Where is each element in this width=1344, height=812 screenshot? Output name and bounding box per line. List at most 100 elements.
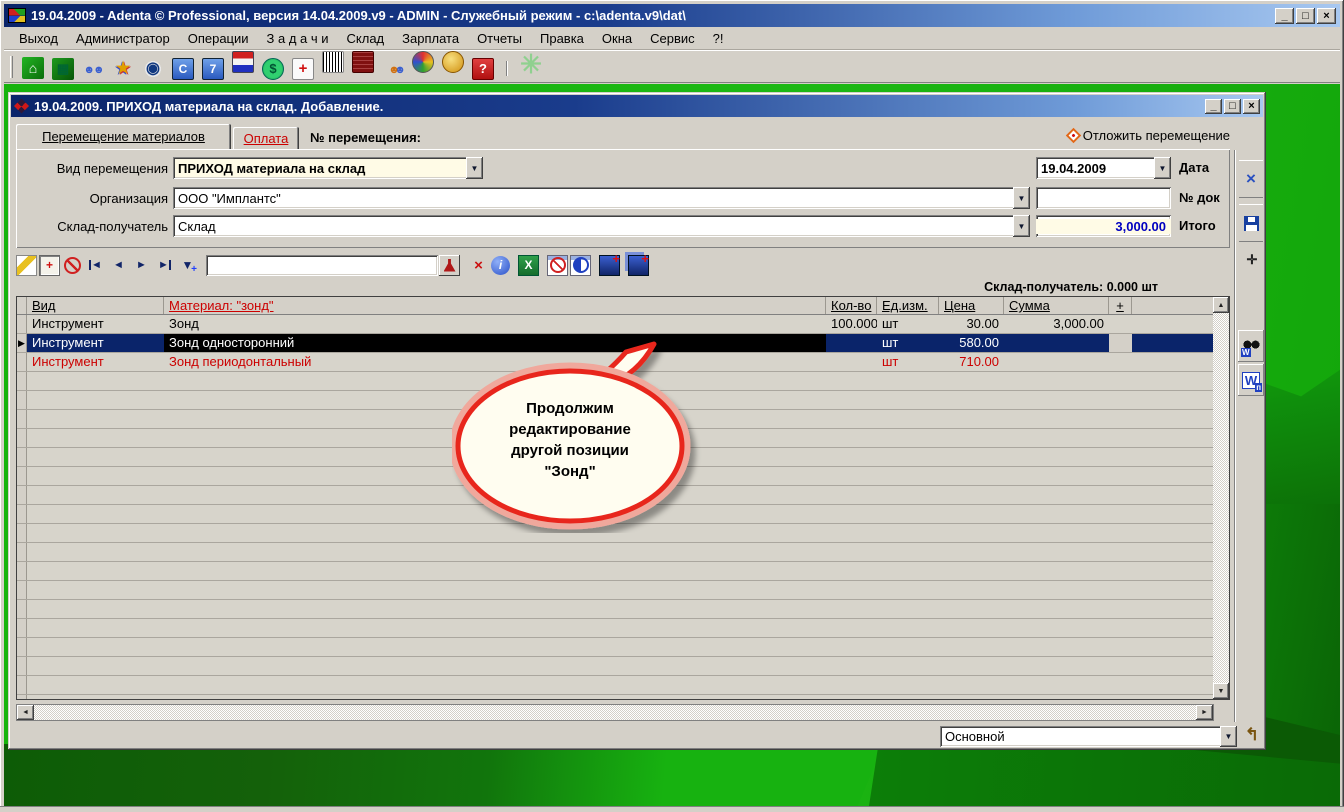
menu-item-6[interactable]: Отчеты	[468, 29, 531, 48]
cell-2-3[interactable]: шт	[877, 353, 939, 371]
exit-icon[interactable]: ⌂	[22, 57, 44, 80]
cell-1-3[interactable]: шт	[877, 334, 939, 352]
cell-2-0[interactable]: Инструмент	[27, 353, 164, 371]
cell-0-1[interactable]: Зонд	[164, 315, 826, 333]
kind-combobox[interactable]: ПРИХОД материала на склад	[173, 157, 483, 179]
column-header-4[interactable]: Цена	[939, 297, 1004, 314]
minimize-button[interactable]: _	[1275, 7, 1294, 24]
column-header-2[interactable]: Кол-во	[826, 297, 877, 314]
column-header-1[interactable]: Материал: "зонд"	[164, 297, 826, 314]
maximize-button[interactable]: □	[1296, 7, 1315, 24]
staff-icon[interactable]: ☻	[382, 60, 404, 82]
corner-arrow-icon[interactable]: ↰	[1242, 725, 1262, 745]
flags-icon[interactable]	[232, 51, 254, 74]
cell-0-4[interactable]: 30.00	[939, 315, 1004, 333]
menu-item-0[interactable]: Выход	[10, 29, 67, 48]
search-input[interactable]	[206, 254, 438, 276]
chevron-down-icon[interactable]	[466, 157, 483, 179]
cell-2-5[interactable]	[1004, 353, 1109, 371]
cell-1-5[interactable]	[1004, 334, 1109, 352]
toolbar-grip[interactable]	[10, 55, 13, 78]
help-icon[interactable]: ?	[472, 57, 494, 80]
dialog-close-button[interactable]: ×	[1243, 98, 1260, 114]
info-icon[interactable]: i	[491, 255, 510, 275]
schedule-icon[interactable]: ◉	[142, 58, 164, 81]
cell-1-7[interactable]	[1132, 334, 1215, 352]
cell-0-3[interactable]: шт	[877, 315, 939, 333]
search-w-button[interactable]	[1238, 330, 1264, 362]
menu-item-2[interactable]: Операции	[179, 29, 258, 48]
database-icon[interactable]: ▦	[52, 57, 74, 80]
excel-export-icon[interactable]: X	[518, 254, 539, 276]
cell-2-7[interactable]	[1132, 353, 1215, 371]
show-columns-icon[interactable]	[570, 254, 591, 276]
cancel-edit-button[interactable]: ×	[1239, 160, 1263, 198]
barcode-icon[interactable]	[322, 51, 344, 74]
menu-item-9[interactable]: Сервис	[641, 29, 704, 48]
palette-icon[interactable]	[412, 51, 434, 74]
cell-0-5[interactable]: 3,000.00	[1004, 315, 1109, 333]
insert-position-icon[interactable]	[599, 251, 620, 276]
calendar-c-icon[interactable]: C	[172, 58, 194, 81]
save-button[interactable]	[1239, 204, 1263, 242]
firstaid-icon[interactable]: +	[292, 57, 314, 80]
next-record-icon[interactable]: ►	[131, 255, 152, 276]
cell-2-6[interactable]	[1109, 353, 1132, 371]
date-combobox[interactable]: 19.04.2009	[1036, 157, 1171, 179]
cell-0-2[interactable]: 100.000	[826, 315, 877, 333]
prior-record-icon[interactable]: ◄	[108, 255, 129, 276]
chevron-down-icon[interactable]	[1013, 187, 1030, 209]
cell-2-2[interactable]	[826, 353, 877, 371]
move-handle-icon[interactable]: ✛	[1245, 253, 1259, 267]
menu-item-1[interactable]: Администратор	[67, 29, 179, 48]
cell-1-4[interactable]: 580.00	[939, 334, 1004, 352]
copy-position-icon[interactable]	[628, 251, 649, 276]
word-report-button[interactable]: W	[1238, 364, 1264, 396]
dialog-maximize-button[interactable]: □	[1224, 98, 1241, 114]
first-record-icon[interactable]: ◄	[85, 255, 106, 276]
dialog-minimize-button[interactable]: _	[1205, 98, 1222, 114]
cell-1-6[interactable]	[1109, 334, 1132, 352]
column-header-0[interactable]: Вид	[27, 297, 164, 314]
menu-item-3[interactable]: З а д а ч и	[258, 29, 338, 48]
cell-0-6[interactable]	[1109, 315, 1132, 333]
scroll-left-icon[interactable]: ◄	[17, 705, 34, 720]
chevron-down-icon[interactable]	[1220, 726, 1237, 747]
column-header-6[interactable]: +	[1109, 297, 1132, 314]
horizontal-scrollbar[interactable]: ◄ ►	[16, 704, 1214, 721]
events-icon[interactable]: ★	[112, 58, 134, 80]
money-icon[interactable]: $	[262, 57, 284, 80]
menu-item-10[interactable]: ?!	[704, 29, 733, 48]
filter-icon[interactable]: ▼ +	[177, 255, 198, 276]
defer-transfer-link[interactable]: Отложить перемещение	[1065, 127, 1230, 144]
chevron-down-icon[interactable]	[1013, 215, 1030, 237]
clear-filter-icon[interactable]: ×	[468, 255, 489, 276]
edit-record-icon[interactable]	[16, 254, 37, 276]
cell-1-2[interactable]	[826, 334, 877, 352]
gold-icon[interactable]	[442, 51, 464, 74]
tab-payment[interactable]: Оплата	[233, 127, 299, 149]
menu-item-8[interactable]: Окна	[593, 29, 641, 48]
vertical-scrollbar[interactable]: ▲ ▼	[1213, 297, 1229, 699]
menu-item-7[interactable]: Правка	[531, 29, 593, 48]
patients-icon[interactable]: ☻☻	[82, 60, 104, 82]
menu-item-4[interactable]: Склад	[338, 29, 394, 48]
cell-2-4[interactable]: 710.00	[939, 353, 1004, 371]
docnum-field[interactable]	[1036, 187, 1171, 209]
tab-transfer[interactable]: Перемещение материалов	[16, 124, 231, 149]
column-header-7[interactable]	[1132, 297, 1215, 314]
menu-item-5[interactable]: Зарплата	[393, 29, 468, 48]
table-row-0[interactable]: Инструмент Зонд 100.000 шт 30.00 3,000.00	[17, 315, 1213, 334]
column-header-3[interactable]: Ед.изм.	[877, 297, 939, 314]
column-header-5[interactable]: Сумма	[1004, 297, 1109, 314]
add-record-icon[interactable]: +	[39, 254, 60, 276]
scroll-up-icon[interactable]: ▲	[1213, 297, 1229, 313]
cell-0-0[interactable]: Инструмент	[27, 315, 164, 333]
chevron-down-icon[interactable]	[1154, 157, 1171, 179]
last-record-icon[interactable]: ►	[154, 255, 175, 276]
scroll-right-icon[interactable]: ►	[1196, 705, 1213, 720]
store-combobox[interactable]: Склад	[173, 215, 1030, 237]
organization-combobox[interactable]: ООО "Имплантс"	[173, 187, 1030, 209]
calendar-7-icon[interactable]: 7	[202, 58, 224, 81]
close-button[interactable]: ×	[1317, 7, 1336, 24]
